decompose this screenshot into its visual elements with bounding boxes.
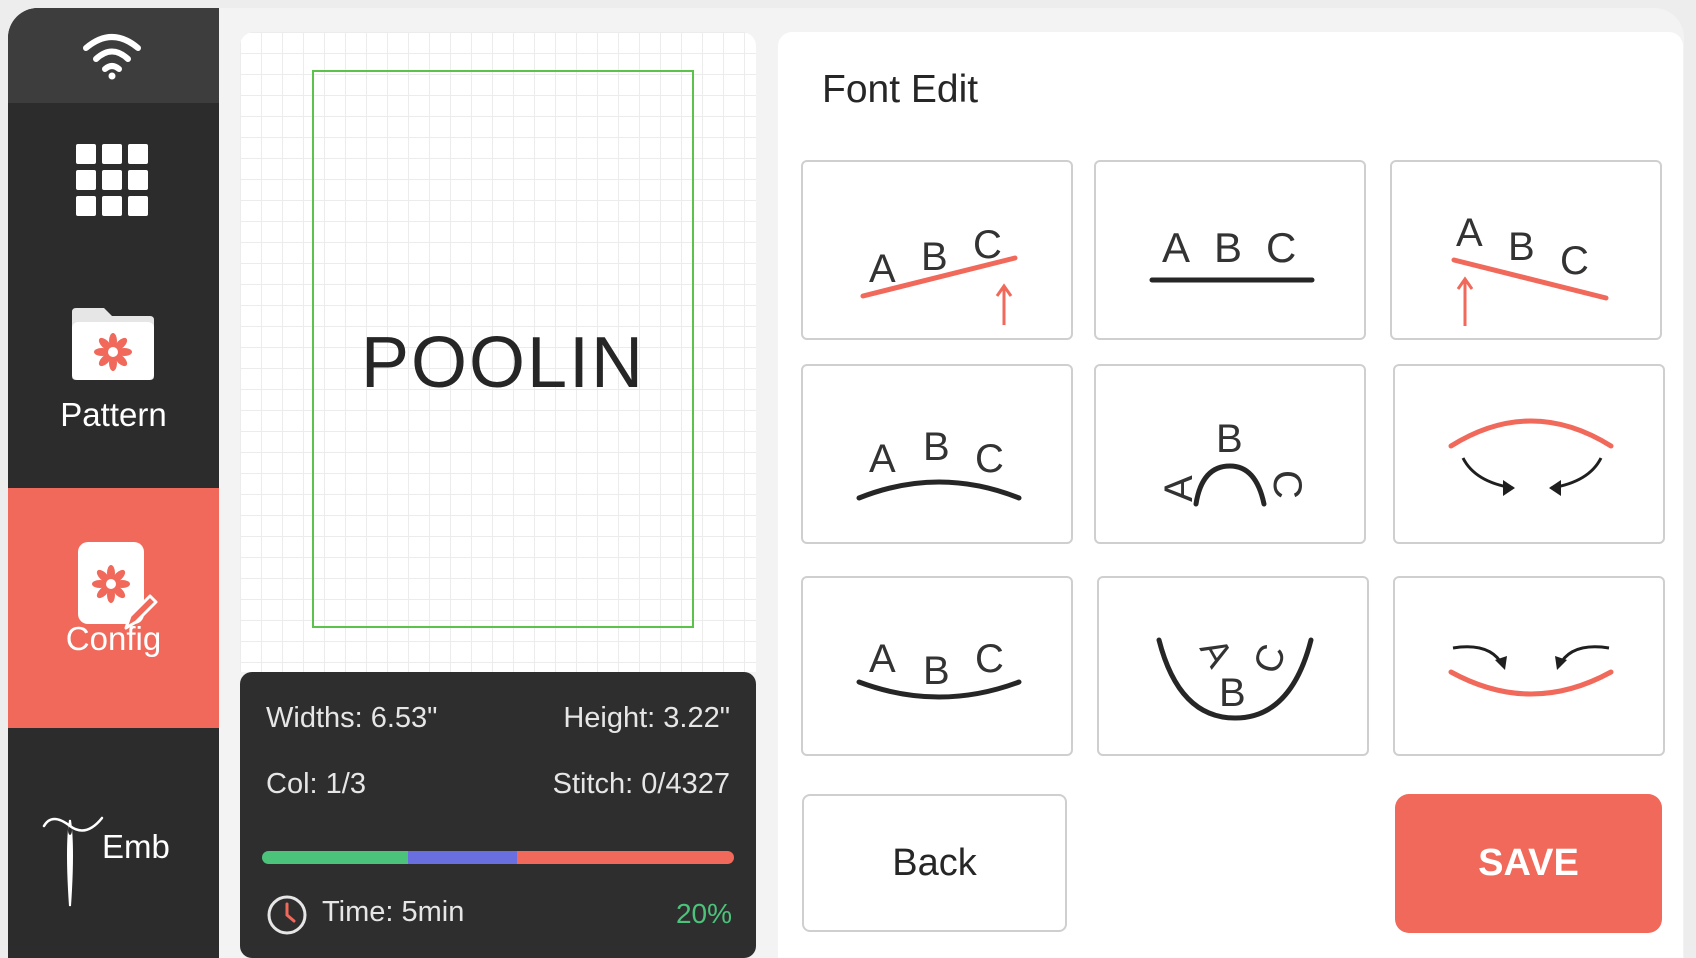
stitch-readout: Stitch: 0/4327 <box>552 768 730 800</box>
font-style-straight[interactable]: A B C <box>1094 160 1366 340</box>
font-edit-panel: Font Edit A B C A B C A B C A B C B A C … <box>778 32 1683 958</box>
app-frame: Pattern Config Emb POOLIN Widths: 6.53" … <box>8 8 1684 958</box>
letter-a: A <box>869 637 896 681</box>
clock-icon <box>267 895 307 935</box>
font-style-arc-over[interactable]: A B C <box>801 364 1073 544</box>
arc-under-icon: A B C <box>856 637 1022 700</box>
slant-up-icon: A B C <box>860 223 1018 325</box>
letter-a: A <box>1191 632 1240 676</box>
increase-arc-icon <box>1448 418 1614 496</box>
decrease-arc-icon <box>1448 645 1614 697</box>
font-style-arc-under[interactable]: A B C <box>801 576 1073 756</box>
letter-c: C <box>973 223 1002 267</box>
font-style-increase-arc[interactable] <box>1393 364 1665 544</box>
progress-segment-3 <box>516 851 734 864</box>
sidebar: Pattern Config Emb <box>8 8 219 958</box>
letter-a: A <box>1157 475 1201 502</box>
letter-b: B <box>923 425 950 469</box>
time-readout: Time: 5min <box>322 896 465 928</box>
stitch-progress-bar <box>262 851 734 864</box>
letter-c: C <box>1266 224 1296 271</box>
color-readout: Col: 1/3 <box>266 768 366 800</box>
letter-b: B <box>921 235 948 279</box>
sidebar-item-pattern[interactable]: Pattern <box>8 288 219 463</box>
height-readout: Height: 3.22" <box>563 702 730 734</box>
sidebar-item-label: Pattern <box>60 396 167 433</box>
letter-a: A <box>1456 211 1483 255</box>
letter-b: B <box>1214 224 1242 271</box>
font-style-circle-top[interactable]: B A C <box>1094 364 1366 544</box>
wifi-icon[interactable] <box>82 32 142 80</box>
letter-c: C <box>1265 470 1309 499</box>
slant-down-icon: A B C <box>1451 211 1609 326</box>
letter-b: B <box>1508 225 1535 269</box>
letter-b: B <box>1216 417 1243 461</box>
letter-a: A <box>869 437 896 481</box>
width-readout: Widths: 6.53" <box>266 702 438 734</box>
save-button[interactable]: SAVE <box>1395 794 1662 933</box>
apps-grid-icon <box>76 144 148 216</box>
circle-top-icon: B A C <box>1157 417 1309 507</box>
back-button[interactable]: Back <box>802 794 1067 932</box>
progress-segment-1 <box>262 851 409 864</box>
letter-c: C <box>1560 239 1589 283</box>
sidebar-item-config[interactable]: Config <box>8 488 219 728</box>
letter-a: A <box>1162 224 1190 271</box>
hoop-boundary: POOLIN <box>312 70 694 628</box>
letter-b: B <box>1219 671 1246 715</box>
circle-bottom-icon: A B C <box>1156 632 1314 721</box>
font-style-decrease-arc[interactable] <box>1393 576 1665 756</box>
straight-line-icon: A B C <box>1149 224 1315 283</box>
panel-title: Font Edit <box>822 68 979 111</box>
status-bar <box>8 8 219 103</box>
arc-over-icon: A B C <box>856 425 1022 501</box>
sidebar-item-apps[interactable] <box>8 128 219 228</box>
pattern-folder-icon <box>72 308 154 380</box>
sidebar-item-emb[interactable]: Emb <box>8 778 219 908</box>
letter-c: C <box>1246 639 1295 679</box>
sidebar-item-label: Config <box>65 620 162 657</box>
design-info-panel: Widths: 6.53" Height: 3.22" Col: 1/3 Sti… <box>240 672 756 958</box>
letter-b: B <box>923 649 950 693</box>
letter-a: A <box>869 247 896 291</box>
font-style-slant-up[interactable]: A B C <box>801 160 1073 340</box>
sidebar-item-label: Emb <box>102 828 170 865</box>
progress-segment-2 <box>408 851 517 864</box>
progress-percent: 20% <box>675 898 732 929</box>
font-style-circle-bottom[interactable]: A B C <box>1097 576 1369 756</box>
letter-c: C <box>975 637 1004 681</box>
letter-c: C <box>975 437 1004 481</box>
design-canvas[interactable]: POOLIN <box>240 32 756 672</box>
font-style-slant-down[interactable]: A B C <box>1390 160 1662 340</box>
design-text[interactable]: POOLIN <box>314 322 692 404</box>
